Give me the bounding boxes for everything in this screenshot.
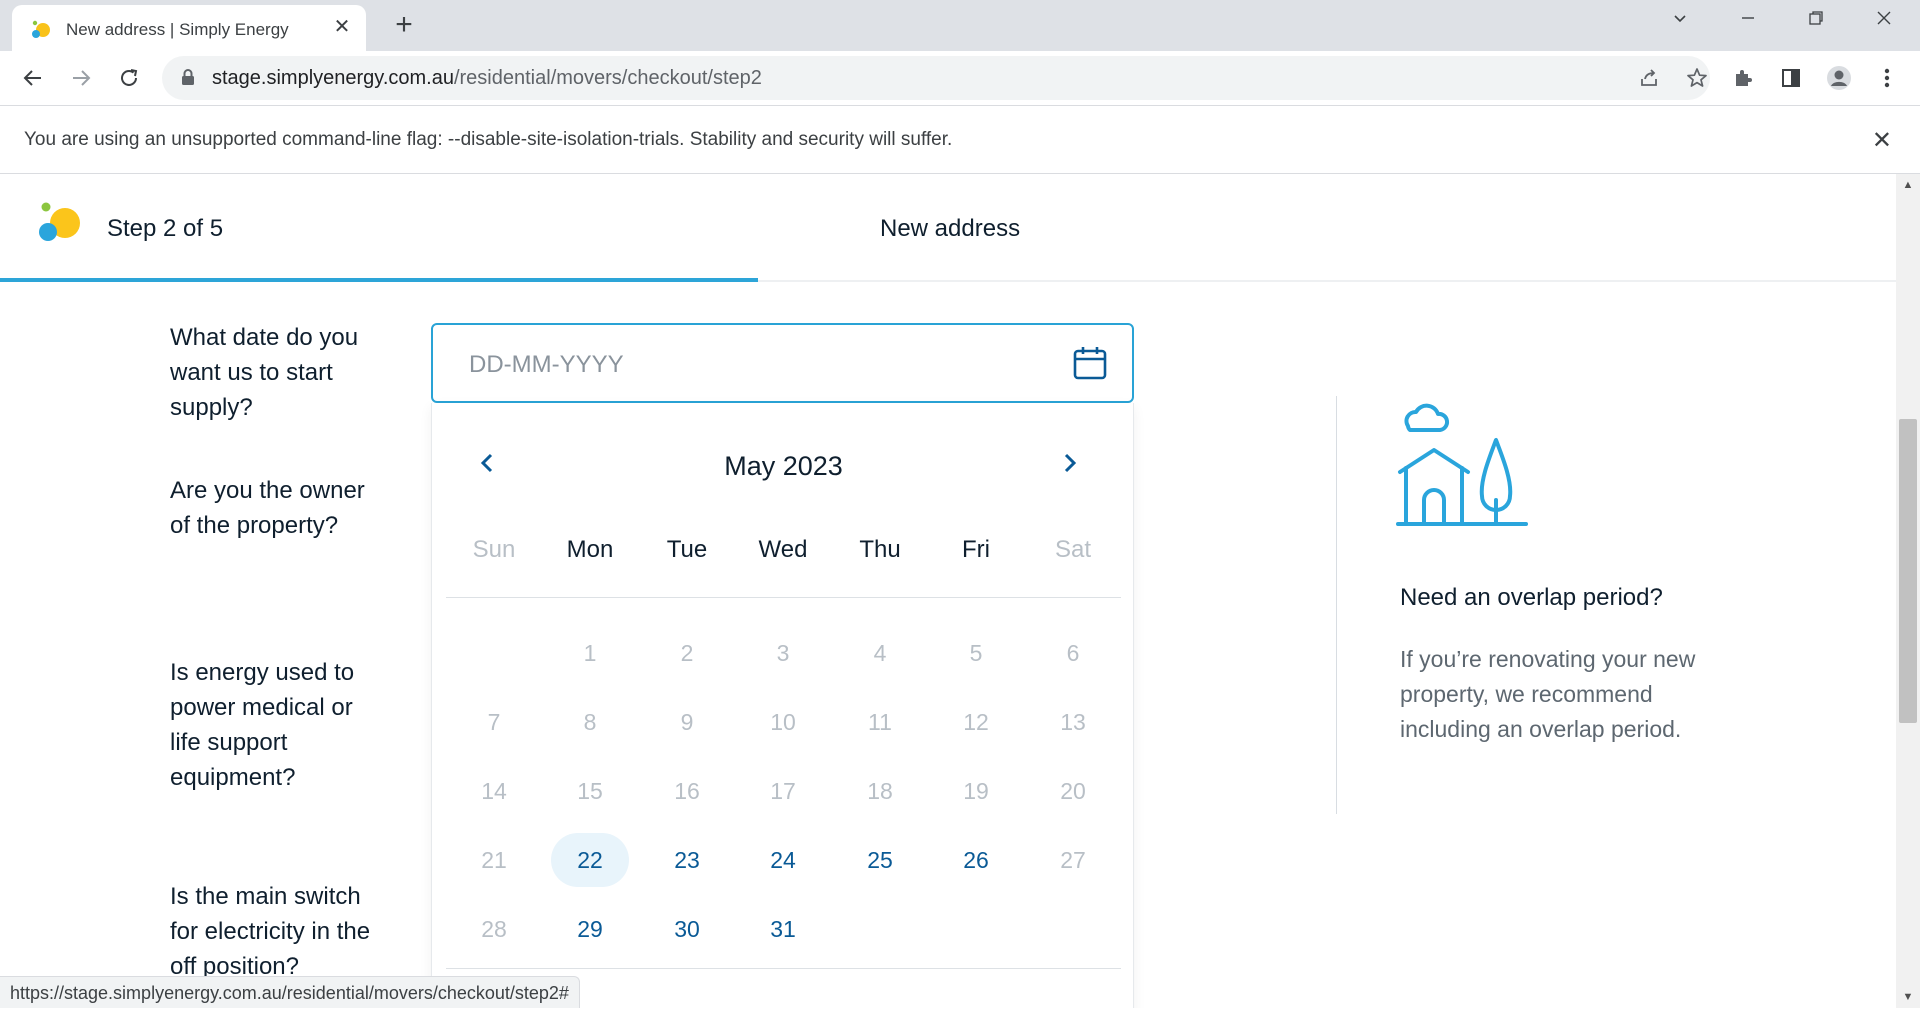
page-content: Step 2 of 5 New address What date do you… — [0, 174, 1896, 1008]
question-main-switch: Is the main switch for electricity in th… — [170, 883, 371, 980]
calendar-day[interactable]: 22 — [551, 833, 629, 887]
calendar-divider — [446, 597, 1121, 598]
calendar-day: 17 — [770, 778, 796, 804]
lock-icon — [182, 69, 194, 85]
side-panel-icon[interactable] — [1776, 63, 1806, 93]
step-label: Step 2 of 5 — [107, 215, 224, 242]
sidebar-divider — [1336, 396, 1337, 814]
next-month-button[interactable] — [1052, 445, 1088, 481]
status-bar-url: https://stage.simplyenergy.com.au/reside… — [0, 976, 580, 1008]
step-header: Step 2 of 5 New address — [0, 174, 1896, 282]
address-url: stage.simplyenergy.com.au/residential/mo… — [212, 67, 762, 89]
calendar-day: 4 — [873, 640, 887, 666]
weekday-header: Thu — [859, 536, 901, 563]
browser-toolbar: stage.simplyenergy.com.au/residential/mo… — [0, 51, 1920, 106]
step-progress-bar — [0, 278, 759, 282]
new-tab-button[interactable]: + — [390, 10, 418, 40]
extensions-puzzle-icon[interactable] — [1728, 63, 1758, 93]
overlap-title: Need an overlap period? — [1400, 584, 1663, 611]
calendar-icon[interactable] — [1072, 345, 1108, 381]
calendar-day[interactable]: 26 — [937, 833, 1015, 887]
scrollbar-thumb[interactable] — [1899, 419, 1917, 723]
weekday-header: Wed — [758, 536, 808, 563]
calendar-day[interactable]: 23 — [648, 833, 726, 887]
weekday-header: Mon — [566, 536, 614, 563]
calendar-day[interactable]: 30 — [648, 902, 726, 956]
calendar-day: 7 — [487, 709, 501, 735]
forward-arrow-icon[interactable] — [66, 63, 96, 93]
chevron-right-icon — [1064, 453, 1077, 473]
back-arrow-icon[interactable] — [18, 63, 48, 93]
calendar-day: 19 — [963, 778, 989, 804]
overlap-description: If you’re renovating your new property, … — [1400, 646, 1696, 742]
calendar-day: 3 — [776, 640, 790, 666]
infobar-message: You are using an unsupported command-lin… — [24, 129, 953, 150]
page-title: New address — [880, 215, 1021, 242]
start-date-field[interactable] — [431, 323, 1134, 403]
calendar-day: 12 — [963, 709, 989, 735]
share-icon[interactable] — [1634, 63, 1664, 93]
calendar-day: 15 — [577, 778, 603, 804]
browser-menu-icon[interactable] — [1872, 63, 1902, 93]
restore-icon[interactable] — [1800, 10, 1832, 40]
question-start-date: What date do you want us to start supply… — [170, 324, 359, 421]
page-scrollbar[interactable]: ▲ ▼ — [1896, 174, 1920, 1008]
scroll-up-arrow-icon[interactable]: ▲ — [1902, 180, 1914, 191]
close-window-icon[interactable] — [1868, 10, 1900, 40]
weekday-header: Sun — [472, 536, 516, 563]
tab-search-icon[interactable] — [1664, 10, 1696, 40]
bookmark-star-icon[interactable] — [1682, 63, 1712, 93]
scroll-down-arrow-icon[interactable]: ▼ — [1902, 992, 1914, 1003]
address-bar[interactable]: stage.simplyenergy.com.au/residential/mo… — [162, 56, 1710, 100]
calendar-day: 28 — [481, 916, 507, 942]
calendar-day[interactable]: 24 — [744, 833, 822, 887]
calendar-day: 14 — [481, 778, 507, 804]
calendar-day: 6 — [1066, 640, 1080, 666]
simply-energy-logo — [39, 202, 80, 241]
calendar-day: 16 — [674, 778, 700, 804]
date-picker-calendar: May 2023 Sun Mon Tue Wed Thu Fri Sat 123456789… — [431, 403, 1134, 1008]
tab-close-icon[interactable]: ✕ — [332, 17, 352, 37]
house-tree-cloud-icon — [1396, 403, 1528, 526]
calendar-day: 27 — [1060, 847, 1086, 873]
start-date-input[interactable] — [469, 347, 1029, 383]
calendar-day: 8 — [583, 709, 597, 735]
infobar-close-icon[interactable]: ✕ — [1872, 126, 1892, 155]
profile-avatar-icon[interactable] — [1824, 63, 1854, 93]
calendar-day: 10 — [770, 709, 796, 735]
simply-energy-favicon — [32, 20, 50, 38]
tab-title: New address | Simply Energy — [66, 20, 289, 39]
question-owner: Are you the owner of the property? — [170, 477, 365, 539]
calendar-day[interactable]: 29 — [551, 902, 629, 956]
browser-tab-strip: New address | Simply Energy ✕ + — [0, 0, 1920, 51]
calendar-day: 13 — [1060, 709, 1086, 735]
calendar-day: 2 — [680, 640, 694, 666]
calendar-day: 9 — [680, 709, 694, 735]
calendar-day[interactable]: 31 — [744, 902, 822, 956]
calendar-month-label: May 2023 — [724, 451, 843, 481]
weekday-header: Sat — [1054, 536, 1092, 563]
weekday-header: Fri — [962, 536, 990, 563]
calendar-day: 1 — [583, 640, 597, 666]
calendar-day: 11 — [868, 709, 892, 735]
weekday-header: Tue — [666, 536, 708, 563]
calendar-day[interactable]: 25 — [841, 833, 919, 887]
calendar-day: 21 — [481, 847, 507, 873]
calendar-day: 5 — [969, 640, 983, 666]
browser-tab[interactable]: New address | Simply Energy ✕ — [12, 5, 366, 51]
calendar-day: 18 — [867, 778, 893, 804]
minimize-icon[interactable] — [1732, 10, 1764, 40]
reload-icon[interactable] — [114, 63, 144, 93]
question-life-support: Is energy used to power medical or life … — [170, 659, 355, 791]
warning-infobar: You are using an unsupported command-lin… — [0, 106, 1920, 174]
calendar-day: 20 — [1060, 778, 1086, 804]
calendar-divider — [446, 968, 1121, 969]
